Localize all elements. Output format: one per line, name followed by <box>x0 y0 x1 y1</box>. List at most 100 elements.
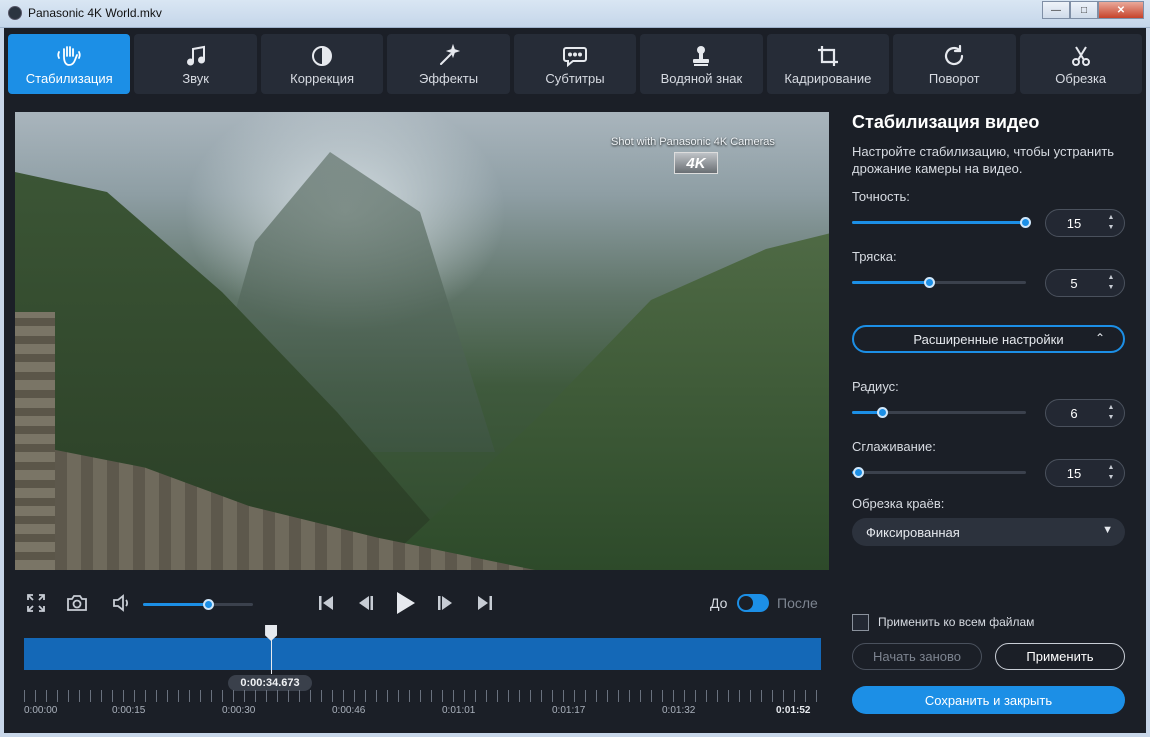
slider-fill <box>852 221 1026 224</box>
ruler-label: 0:00:46 <box>332 705 366 716</box>
window-titlebar: Panasonic 4K World.mkv — □ ✕ <box>0 0 1150 28</box>
video-4k-badge: 4K <box>674 152 718 174</box>
scissors-icon <box>1069 43 1093 69</box>
after-label: После <box>777 595 818 611</box>
tool-tabs: Стабилизация Звук Коррекция Эффекты Субт… <box>8 34 1142 94</box>
slider-fill <box>852 281 931 284</box>
accuracy-slider[interactable] <box>852 217 1031 228</box>
tab-label: Водяной знак <box>660 70 743 86</box>
shake-slider[interactable] <box>852 277 1026 288</box>
shake-label: Тряска: <box>852 249 897 264</box>
tab-label: Субтитры <box>545 70 605 86</box>
spinner-arrows[interactable]: ▲ ▼ <box>1106 403 1116 423</box>
apply-all-checkbox[interactable] <box>852 614 869 631</box>
ruler-label: 0:00:00 <box>24 705 58 716</box>
minimize-button[interactable]: — <box>1042 1 1070 19</box>
shake-spinner[interactable]: 5 ▲ ▼ <box>1045 269 1125 297</box>
tab-stabilization[interactable]: Стабилизация <box>8 34 131 94</box>
toggle-dot <box>739 596 753 610</box>
tab-rotate[interactable]: Поворот <box>893 34 1016 94</box>
skip-end-icon[interactable] <box>474 592 496 614</box>
slider-knob[interactable] <box>877 407 889 418</box>
tab-label: Звук <box>182 70 209 86</box>
current-time: 0:00:34.673 <box>228 675 312 691</box>
volume-fill <box>143 603 209 606</box>
panel-heading: Стабилизация видео <box>852 112 1040 132</box>
magic-wand-icon <box>437 43 461 69</box>
apply-button[interactable]: Применить <box>995 643 1125 670</box>
play-icon[interactable] <box>394 592 416 614</box>
edge-crop-label: Обрезка краёв: <box>852 496 945 511</box>
accuracy-label: Точность: <box>852 189 910 204</box>
tab-label: Стабилизация <box>25 70 113 86</box>
volume-slider[interactable] <box>143 599 253 610</box>
tab-label: Кадрирование <box>784 70 872 86</box>
advanced-settings-label: Расширенные настройки <box>913 331 1064 347</box>
tab-label: Обрезка <box>1055 70 1107 86</box>
smoothing-label: Сглаживание: <box>852 439 936 454</box>
video-scenery <box>15 312 55 570</box>
tab-sound[interactable]: Звук <box>134 34 257 94</box>
window-buttons: — □ ✕ <box>1042 1 1144 19</box>
tab-trim[interactable]: Обрезка <box>1019 34 1142 94</box>
spinner-arrows[interactable]: ▲ ▼ <box>1106 463 1116 483</box>
tab-subtitles[interactable]: Субтитры <box>513 34 637 94</box>
tab-correction[interactable]: Коррекция <box>260 34 384 94</box>
tab-crop[interactable]: Кадрирование <box>766 34 890 94</box>
radius-label: Радиус: <box>852 379 899 394</box>
close-button[interactable]: ✕ <box>1098 1 1144 19</box>
reset-button[interactable]: Начать заново <box>852 643 982 670</box>
slider-knob[interactable] <box>852 467 864 478</box>
video-preview[interactable]: Shot with Panasonic 4K Cameras 4K <box>15 112 829 570</box>
spinner-value: 15 <box>1066 466 1082 481</box>
radius-spinner[interactable]: 6 ▲ ▼ <box>1045 399 1125 427</box>
advanced-settings-button[interactable]: Расширенные настройки ⌃ <box>852 325 1125 353</box>
rotate-icon <box>942 43 966 69</box>
chevron-up-icon: ⌃ <box>1094 331 1105 345</box>
volume-icon[interactable] <box>111 592 133 614</box>
maximize-button[interactable]: □ <box>1070 1 1098 19</box>
playback-controls: До После <box>15 588 829 618</box>
volume-knob[interactable] <box>203 599 214 610</box>
hand-icon <box>56 43 82 69</box>
fullscreen-icon[interactable] <box>25 592 47 614</box>
timeline-ruler <box>24 690 821 702</box>
accuracy-spinner[interactable]: 15 ▲ ▼ <box>1045 209 1125 237</box>
ruler-label: 0:00:30 <box>222 705 256 716</box>
chevron-down-icon: ▼ <box>1102 524 1113 536</box>
spinner-value: 6 <box>1070 406 1078 421</box>
tab-label: Поворот <box>928 70 980 86</box>
ruler-label: 0:01:32 <box>662 705 696 716</box>
tab-label: Эффекты <box>418 70 479 86</box>
spinner-arrows[interactable]: ▲ ▼ <box>1106 213 1116 233</box>
spinner-arrows[interactable]: ▲ ▼ <box>1106 273 1116 293</box>
ruler-label: 0:01:01 <box>442 705 476 716</box>
ruler-label: 0:01:52 <box>776 705 811 716</box>
smoothing-spinner[interactable]: 15 ▲ ▼ <box>1045 459 1125 487</box>
stamp-icon <box>689 43 713 69</box>
step-back-icon[interactable] <box>355 592 377 614</box>
video-overlay-text: Shot with Panasonic 4K Cameras <box>611 136 775 148</box>
slider-knob[interactable] <box>924 277 936 288</box>
edge-crop-select[interactable]: Фиксированная ▼ <box>852 518 1125 546</box>
smoothing-slider[interactable] <box>852 467 1026 478</box>
tab-effects[interactable]: Эффекты <box>387 34 510 94</box>
apply-all-label: Применить ко всем файлам <box>878 615 1035 629</box>
music-note-icon <box>184 43 208 69</box>
playhead-line <box>271 636 273 674</box>
spinner-value: 5 <box>1070 276 1078 291</box>
window-title: Panasonic 4K World.mkv <box>28 6 162 20</box>
select-value: Фиксированная <box>866 525 960 540</box>
before-after-toggle[interactable] <box>737 594 769 612</box>
stabilization-panel: Стабилизация видео Настройте стабилизаци… <box>852 112 1126 722</box>
slider-knob[interactable] <box>1020 217 1031 228</box>
app-icon <box>8 6 22 20</box>
panel-description: Настройте стабилизацию, чтобы устранить … <box>852 144 1115 176</box>
save-and-close-button[interactable]: Сохранить и закрыть <box>852 686 1125 714</box>
camera-icon[interactable] <box>66 592 88 614</box>
radius-slider[interactable] <box>852 407 1026 418</box>
timeline-track[interactable] <box>24 638 821 670</box>
tab-watermark[interactable]: Водяной знак <box>640 34 763 94</box>
step-forward-icon[interactable] <box>434 592 456 614</box>
skip-start-icon[interactable] <box>315 592 337 614</box>
